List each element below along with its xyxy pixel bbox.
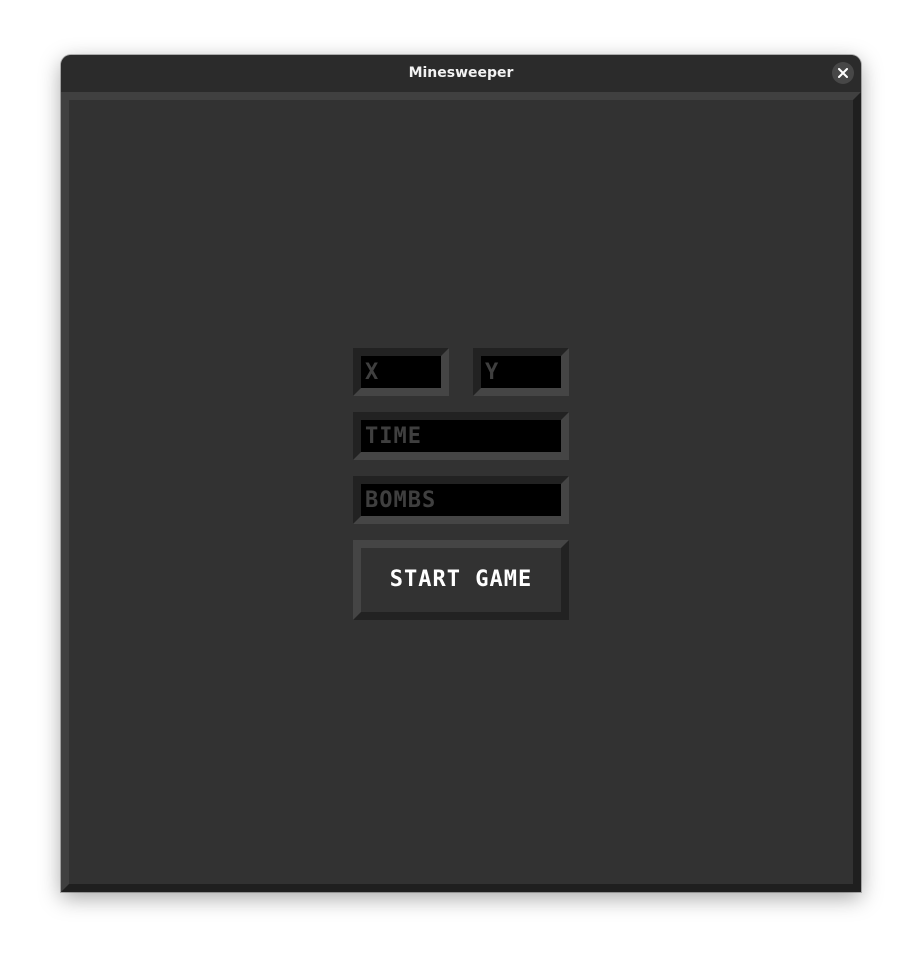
bombs-input[interactable] bbox=[361, 484, 561, 516]
window-title: Minesweeper bbox=[408, 65, 514, 81]
time-field[interactable] bbox=[353, 412, 569, 460]
app-window: Minesweeper bbox=[61, 55, 861, 892]
title-bar[interactable]: Minesweeper bbox=[61, 55, 861, 93]
bombs-field[interactable] bbox=[353, 476, 569, 524]
close-icon bbox=[838, 68, 848, 78]
y-input[interactable] bbox=[481, 356, 561, 388]
x-field[interactable] bbox=[353, 348, 449, 396]
y-field[interactable] bbox=[473, 348, 569, 396]
time-input[interactable] bbox=[361, 420, 561, 452]
x-input[interactable] bbox=[361, 356, 441, 388]
close-button[interactable] bbox=[832, 62, 854, 84]
start-game-button[interactable]: START GAME bbox=[353, 540, 569, 620]
